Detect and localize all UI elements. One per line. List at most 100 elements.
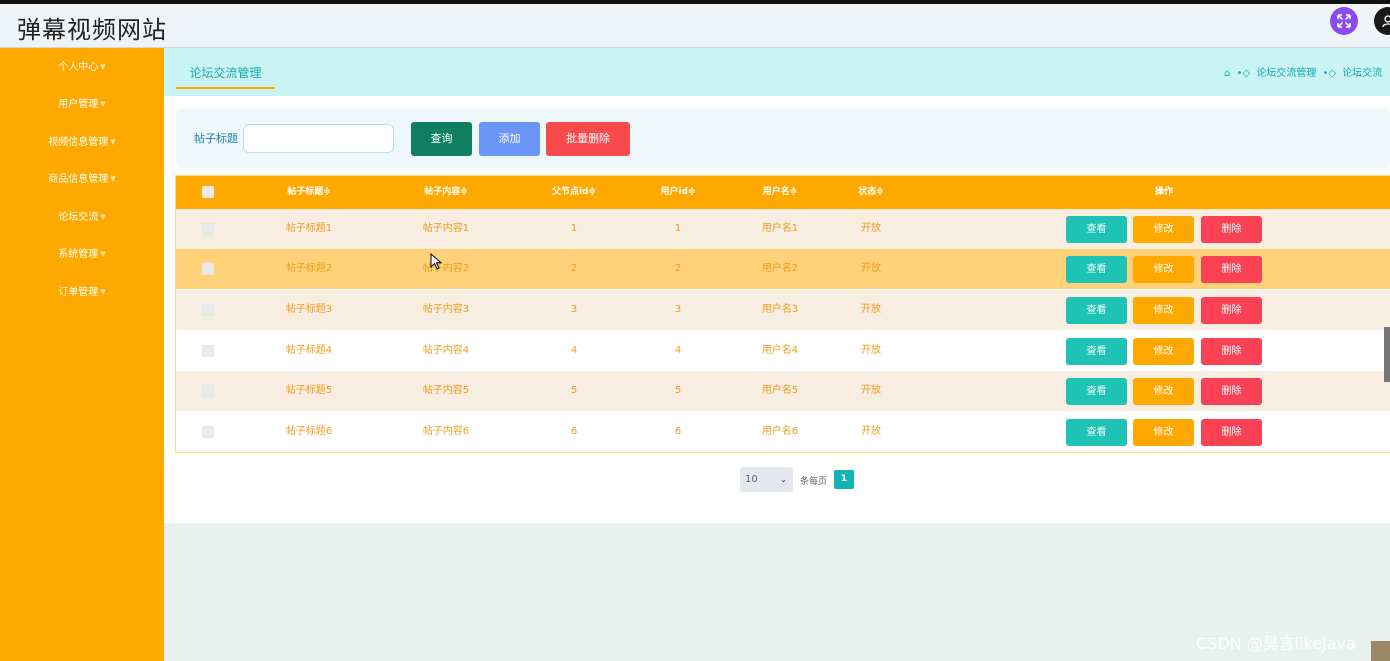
cell-username: 用户名2 (761, 263, 799, 274)
edit-button[interactable]: 修改 (1133, 297, 1194, 324)
row-checkbox[interactable] (202, 426, 214, 438)
column-header-title[interactable]: 帖子标题≑ (264, 176, 354, 209)
delete-button[interactable]: 删除 (1201, 338, 1262, 365)
caret-down-icon: ▼ (100, 63, 106, 71)
column-header-content[interactable]: 帖子内容≑ (401, 176, 491, 209)
cell-parentid: 5 (570, 385, 578, 396)
row-checkbox[interactable] (202, 223, 214, 235)
view-button[interactable]: 查看 (1066, 338, 1127, 365)
view-button[interactable]: 查看 (1066, 256, 1127, 283)
table-row[interactable]: 帖子标题3 帖子内容3 3 3 用户名3 开放 查看 修改 删除 (176, 290, 1390, 330)
cell-status: 开放 (861, 263, 881, 274)
tab-forum-management[interactable]: 论坛交流管理 (176, 60, 275, 89)
scrollbar-thumb[interactable] (1384, 327, 1390, 382)
edit-button[interactable]: 修改 (1133, 419, 1194, 446)
row-checkbox[interactable] (202, 385, 214, 397)
column-header-username[interactable]: 用户名≑ (735, 176, 825, 209)
query-button[interactable]: 查询 (411, 122, 472, 156)
page-size-select[interactable]: 10 ⌄ (740, 467, 793, 492)
sidebar-item-label: 个人中心 (58, 62, 99, 73)
cell-username: 用户名6 (761, 426, 799, 437)
edit-button[interactable]: 修改 (1133, 338, 1194, 365)
edit-button[interactable]: 修改 (1133, 378, 1194, 405)
column-header-label: 状态 (858, 187, 877, 197)
edit-button[interactable]: 修改 (1133, 216, 1194, 243)
delete-button[interactable]: 删除 (1201, 256, 1262, 283)
app-title: 弹幕视频网站 (17, 16, 167, 44)
batch-delete-button[interactable]: 批量删除 (546, 122, 630, 156)
corner-decoration (1371, 641, 1390, 661)
sort-icon: ≑ (323, 187, 331, 197)
table-row[interactable]: 帖子标题5 帖子内容5 5 5 用户名5 开放 查看 修改 删除 (176, 371, 1390, 411)
mouse-cursor-icon (430, 253, 443, 270)
home-icon[interactable]: ⌂ (1224, 68, 1230, 79)
view-button[interactable]: 查看 (1066, 216, 1127, 243)
page-number-button[interactable]: 1 (834, 470, 854, 489)
sidebar: 个人中心 ▼ 用户管理 ▼ 视频信息管理 ▼ 商品信息管理 ▼ 论坛交流 ▼ 系统管理 ▼ … (0, 48, 164, 661)
edit-button[interactable]: 修改 (1133, 256, 1194, 283)
cell-title: 帖子标题3 (285, 304, 333, 315)
cell-parentid: 2 (570, 263, 578, 274)
view-button[interactable]: 查看 (1066, 297, 1127, 324)
sidebar-item-personal-center[interactable]: 个人中心 ▼ (0, 52, 164, 82)
cell-parentid: 6 (570, 426, 578, 437)
row-checkbox[interactable] (202, 345, 214, 357)
cell-parentid: 4 (570, 345, 578, 356)
cell-content: 帖子内容3 (422, 304, 470, 315)
sidebar-item-system-management[interactable]: 系统管理 ▼ (0, 239, 164, 269)
sidebar-item-label: 用户管理 (58, 99, 99, 110)
delete-button[interactable]: 删除 (1201, 378, 1262, 405)
caret-down-icon: ▼ (110, 175, 116, 183)
row-checkbox[interactable] (202, 304, 214, 316)
expand-icon-graphic (1337, 14, 1351, 28)
search-input[interactable] (243, 124, 394, 153)
sidebar-item-video-management[interactable]: 视频信息管理 ▼ (0, 127, 164, 157)
cell-content: 帖子内容6 (422, 426, 470, 437)
sidebar-item-label: 论坛交流 (58, 212, 99, 223)
search-label: 帖子标题 (194, 132, 238, 145)
sidebar-item-order-management[interactable]: 订单管理 ▼ (0, 277, 164, 307)
column-header-parentid[interactable]: 父节点id≑ (529, 176, 619, 209)
expand-icon[interactable] (1330, 7, 1358, 35)
select-all-checkbox[interactable] (202, 186, 214, 198)
watermark: CSDN @昊言likeJava (1196, 634, 1356, 653)
sidebar-item-forum[interactable]: 论坛交流 ▼ (0, 202, 164, 232)
sidebar-item-product-management[interactable]: 商品信息管理 ▼ (0, 164, 164, 194)
delete-button[interactable]: 删除 (1201, 216, 1262, 243)
column-header-label: 父节点id (551, 187, 589, 197)
view-button[interactable]: 查看 (1066, 419, 1127, 446)
column-header-label: 用户名 (762, 187, 790, 197)
caret-down-icon: ▼ (100, 100, 106, 108)
add-button[interactable]: 添加 (479, 122, 540, 156)
sidebar-item-label: 商品信息管理 (48, 174, 109, 185)
cell-status: 开放 (861, 426, 881, 437)
cell-status: 开放 (861, 304, 881, 315)
delete-button[interactable]: 删除 (1201, 297, 1262, 324)
cell-username: 用户名4 (761, 345, 799, 356)
sidebar-item-label: 视频信息管理 (48, 137, 109, 148)
row-checkbox[interactable] (202, 263, 214, 275)
cell-title: 帖子标题5 (285, 385, 333, 396)
column-header-label: 帖子标题 (287, 187, 324, 197)
column-header-status[interactable]: 状态≑ (826, 176, 916, 209)
sidebar-item-user-management[interactable]: 用户管理 ▼ (0, 89, 164, 119)
cell-title: 帖子标题4 (285, 345, 333, 356)
cell-userid: 2 (674, 263, 682, 274)
breadcrumb-item[interactable]: 论坛交流管理 (1256, 68, 1316, 79)
cell-content: 帖子内容2 (422, 263, 470, 274)
cell-title: 帖子标题6 (285, 426, 333, 437)
cell-parentid: 3 (570, 304, 578, 315)
cell-userid: 5 (674, 385, 682, 396)
table-row[interactable]: 帖子标题2 帖子内容2 2 2 用户名2 开放 查看 修改 删除 (176, 249, 1390, 289)
table-row[interactable]: 帖子标题1 帖子内容1 1 1 用户名1 开放 查看 修改 删除 (176, 209, 1390, 249)
breadcrumb-separator-icon: •◇ (1236, 68, 1251, 79)
breadcrumb-item[interactable]: 论坛交流 (1342, 68, 1382, 79)
table-header: 帖子标题≑ 帖子内容≑ 父节点id≑ 用户id≑ 用户名≑ 状态≑ 操作 (176, 176, 1390, 209)
view-button[interactable]: 查看 (1066, 378, 1127, 405)
caret-down-icon: ▼ (100, 250, 106, 258)
table-row[interactable]: 帖子标题6 帖子内容6 6 6 用户名6 开放 查看 修改 删除 (176, 412, 1390, 452)
column-header-userid[interactable]: 用户id≑ (633, 176, 723, 209)
data-table: 帖子标题≑ 帖子内容≑ 父节点id≑ 用户id≑ 用户名≑ 状态≑ 操作 帖子标… (175, 175, 1390, 453)
table-row[interactable]: 帖子标题4 帖子内容4 4 4 用户名4 开放 查看 修改 删除 (176, 331, 1390, 371)
delete-button[interactable]: 删除 (1201, 419, 1262, 446)
